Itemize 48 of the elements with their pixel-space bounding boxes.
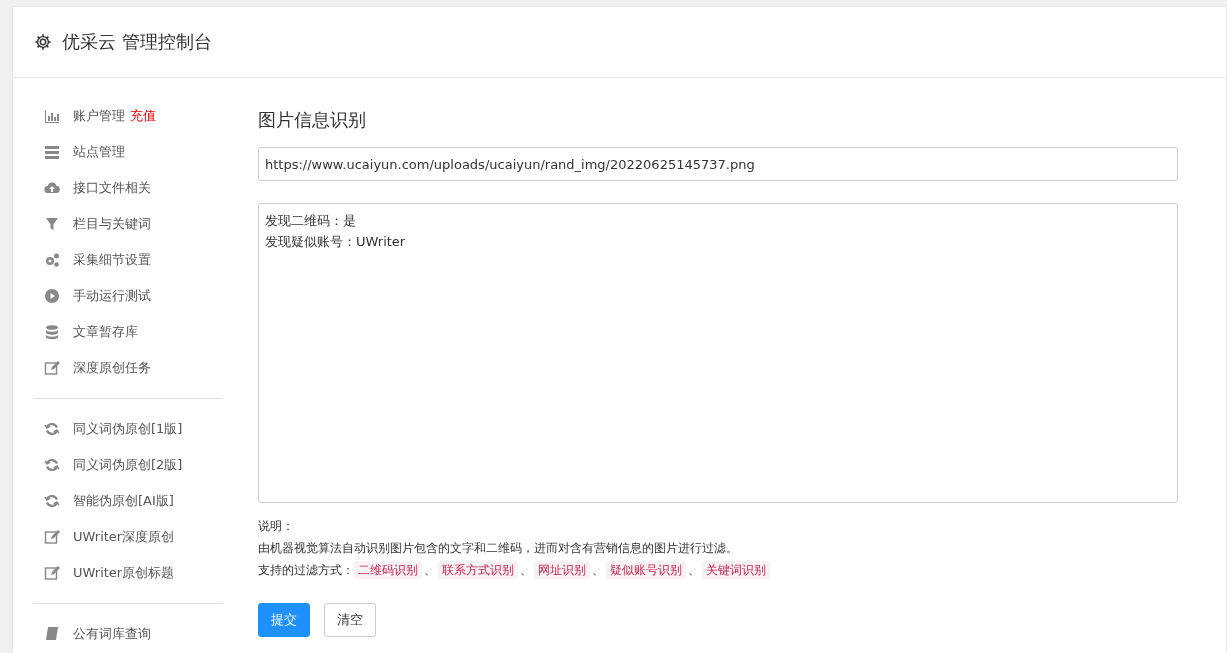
sidebar-item[interactable]: 同义词伪原创[2版] <box>73 456 183 474</box>
sidebar-item[interactable]: 同义词伪原创[1版] <box>73 420 183 438</box>
sidebar-item[interactable]: UWriter原创标题 <box>73 564 175 582</box>
sidebar-item[interactable]: 账户管理 <box>73 107 125 125</box>
sidebar-item[interactable]: 手动运行测试 <box>73 287 151 305</box>
sidebar-item[interactable]: 站点管理 <box>73 143 125 161</box>
result-text-area[interactable]: 发现二维码：是 发现疑似账号：UWriter <box>258 203 1178 503</box>
cloud-upload-icon <box>44 180 60 196</box>
database-icon <box>44 324 60 340</box>
play-icon <box>44 288 60 304</box>
recharge-link[interactable]: 充值 <box>130 107 156 125</box>
result-line: 发现二维码：是 <box>265 212 357 230</box>
method-tag: 关键词识别 <box>702 561 770 579</box>
sidebar-item[interactable]: 栏目与关键词 <box>73 215 151 233</box>
sidebar-item[interactable]: 采集细节设置 <box>73 251 151 269</box>
filter-icon <box>44 216 60 232</box>
separator: 、 <box>520 562 532 579</box>
sidebar-item[interactable]: 公有词库查询 <box>73 625 151 643</box>
section-title: 图片信息识别 <box>258 108 367 132</box>
clear-button[interactable]: 清空 <box>324 603 376 637</box>
sidebar-item[interactable]: 接口文件相关 <box>73 179 151 197</box>
sidebar-item[interactable]: 文章暂存库 <box>73 323 138 341</box>
notes-description: 由机器视觉算法自动识别图片包含的文字和二维码，进而对含有营销信息的图片进行过滤。 <box>258 540 739 557</box>
settings-icon <box>34 33 52 51</box>
method-tag: 联系方式识别 <box>438 561 518 579</box>
sidebar-item[interactable]: 深度原创任务 <box>73 359 151 377</box>
result-line: 发现疑似账号：UWriter <box>265 233 407 251</box>
method-tag: 疑似账号识别 <box>606 561 686 579</box>
url-input-field[interactable]: https://www.ucaiyun.com/uploads/ucaiyun/rand_img/20220625145737.png <box>258 147 1178 181</box>
server-icon <box>44 144 60 160</box>
bar-chart-icon <box>44 108 60 124</box>
separator: 、 <box>592 562 604 579</box>
edit-icon <box>44 565 60 581</box>
method-tag: 二维码识别 <box>354 561 422 579</box>
methods-label: 支持的过滤方式： <box>258 562 354 579</box>
separator: 、 <box>688 562 700 579</box>
refresh-icon <box>44 421 60 437</box>
notes-heading: 说明： <box>258 518 295 535</box>
edit-icon <box>44 529 60 545</box>
refresh-icon <box>44 493 60 509</box>
refresh-icon <box>44 457 60 473</box>
sidebar-item[interactable]: 智能伪原创[AI版] <box>73 492 174 510</box>
gears-icon <box>44 252 60 268</box>
console-title: 优采云 管理控制台 <box>62 30 212 54</box>
sidebar-item[interactable]: UWriter深度原创 <box>73 528 175 546</box>
separator: 、 <box>424 562 436 579</box>
method-tag: 网址识别 <box>534 561 590 579</box>
edit-icon <box>44 360 60 376</box>
